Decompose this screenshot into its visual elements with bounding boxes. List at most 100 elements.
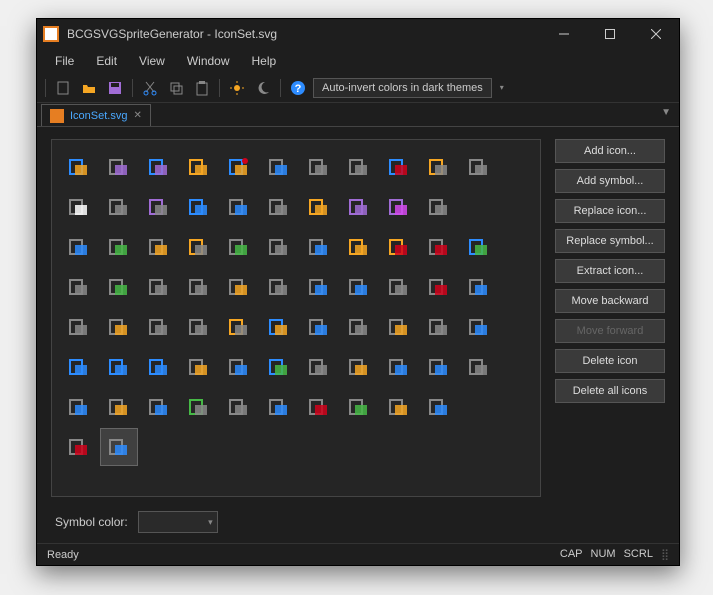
icon-windows2[interactable] bbox=[140, 388, 178, 426]
icon-pages-arrow[interactable] bbox=[420, 388, 458, 426]
icon-page-down[interactable] bbox=[60, 428, 98, 466]
icon-lock[interactable] bbox=[380, 228, 418, 266]
menu-edit[interactable]: Edit bbox=[86, 52, 127, 70]
icon-disk-back[interactable] bbox=[140, 188, 178, 226]
icon-arrow-down[interactable] bbox=[140, 348, 178, 386]
icon-font-a[interactable] bbox=[380, 148, 418, 186]
icon-printer-check[interactable] bbox=[220, 228, 258, 266]
icon-contrast[interactable] bbox=[60, 188, 98, 226]
symbol-color-select[interactable] bbox=[138, 511, 218, 533]
icon-page-wide[interactable] bbox=[180, 268, 218, 306]
icon-page-edit[interactable] bbox=[60, 228, 98, 266]
icon-search-box[interactable] bbox=[460, 308, 498, 346]
icon-page-x[interactable] bbox=[260, 268, 298, 306]
icon-chart-table[interactable] bbox=[100, 148, 138, 186]
icon-folder-up[interactable] bbox=[180, 228, 218, 266]
icon-page-check[interactable] bbox=[100, 268, 138, 306]
icon-portrait[interactable] bbox=[380, 388, 418, 426]
icon-blank1[interactable] bbox=[460, 188, 498, 226]
light-theme-icon[interactable] bbox=[226, 77, 248, 99]
paste-icon[interactable] bbox=[191, 77, 213, 99]
side-btn-add-symbol[interactable]: Add symbol... bbox=[555, 169, 665, 193]
icon-page-text2[interactable] bbox=[100, 308, 138, 346]
side-btn-add-icon[interactable]: Add icon... bbox=[555, 139, 665, 163]
copy-icon[interactable] bbox=[165, 77, 187, 99]
icon-edit-a[interactable] bbox=[420, 268, 458, 306]
icon-picture[interactable] bbox=[260, 308, 298, 346]
icon-page-cert[interactable] bbox=[420, 228, 458, 266]
icon-page-image[interactable] bbox=[220, 188, 258, 226]
icon-folder-open[interactable] bbox=[300, 188, 338, 226]
icon-page-text[interactable] bbox=[60, 308, 98, 346]
icon-arrow-right[interactable] bbox=[60, 348, 98, 386]
icon-table-plus[interactable] bbox=[140, 228, 178, 266]
icon-blank2[interactable] bbox=[460, 388, 498, 426]
close-button[interactable] bbox=[633, 19, 679, 49]
icon-sun-outline[interactable] bbox=[100, 188, 138, 226]
side-btn-extract-icon[interactable]: Extract icon... bbox=[555, 259, 665, 283]
icon-bar-chart[interactable] bbox=[60, 148, 98, 186]
icon-page-search[interactable] bbox=[260, 228, 298, 266]
icon-bars-arrow[interactable] bbox=[140, 148, 178, 186]
icon-cut[interactable] bbox=[300, 268, 338, 306]
icon-disk-edit[interactable] bbox=[380, 188, 418, 226]
icon-square-back[interactable] bbox=[420, 148, 458, 186]
icon-page-lines2[interactable] bbox=[340, 308, 378, 346]
icon-magnifier[interactable] bbox=[460, 348, 498, 386]
icon-grid[interactable] bbox=[260, 388, 298, 426]
side-btn-replace-icon[interactable]: Replace icon... bbox=[555, 199, 665, 223]
icon-ab1[interactable] bbox=[300, 388, 338, 426]
menu-help[interactable]: Help bbox=[242, 52, 287, 70]
menu-window[interactable]: Window bbox=[177, 52, 240, 70]
save-icon[interactable] bbox=[104, 77, 126, 99]
new-icon[interactable] bbox=[52, 77, 74, 99]
icon-page-arrow[interactable] bbox=[100, 388, 138, 426]
tab-iconset[interactable]: IconSet.svg ✕ bbox=[41, 104, 151, 126]
help-icon[interactable]: ? bbox=[287, 77, 309, 99]
menu-file[interactable]: File bbox=[45, 52, 84, 70]
icon-page-lock[interactable] bbox=[180, 348, 218, 386]
icon-table2[interactable] bbox=[220, 388, 258, 426]
maximize-button[interactable] bbox=[587, 19, 633, 49]
icon-user-green[interactable] bbox=[180, 388, 218, 426]
icon-page-star[interactable] bbox=[380, 308, 418, 346]
tabbar-menu-icon[interactable]: ▼ bbox=[661, 107, 671, 118]
icon-disk[interactable] bbox=[340, 188, 378, 226]
icon-copy[interactable] bbox=[380, 268, 418, 306]
side-btn-move-backward[interactable]: Move backward bbox=[555, 289, 665, 313]
tab-close-icon[interactable]: ✕ bbox=[133, 110, 141, 121]
icon-para-left[interactable] bbox=[60, 268, 98, 306]
icon-square-angle[interactable] bbox=[420, 308, 458, 346]
icon-half-page[interactable] bbox=[220, 348, 258, 386]
icon-page-ruler[interactable] bbox=[340, 268, 378, 306]
icon-translate[interactable] bbox=[380, 348, 418, 386]
icon-bar-chart2[interactable] bbox=[180, 308, 218, 346]
icon-pie-chart[interactable] bbox=[220, 148, 258, 186]
dark-theme-icon[interactable] bbox=[252, 77, 274, 99]
icon-back-front[interactable] bbox=[460, 268, 498, 306]
icon-page-lines[interactable] bbox=[340, 228, 378, 266]
icon-page-pencil[interactable] bbox=[340, 348, 378, 386]
cut-icon[interactable] bbox=[139, 77, 161, 99]
side-btn-replace-symbol[interactable]: Replace symbol... bbox=[555, 229, 665, 253]
icon-printer[interactable] bbox=[420, 188, 458, 226]
icon-film[interactable] bbox=[220, 268, 258, 306]
open-icon[interactable] bbox=[78, 77, 100, 99]
dropdown-arrow-icon[interactable]: ▾ bbox=[496, 83, 508, 92]
icon-image-resize[interactable] bbox=[260, 148, 298, 186]
icon-user-page[interactable] bbox=[100, 228, 138, 266]
icon-page[interactable] bbox=[260, 188, 298, 226]
side-btn-delete-all-icons[interactable]: Delete all icons bbox=[555, 379, 665, 403]
icon-rotate[interactable] bbox=[180, 188, 218, 226]
icon-page-info[interactable] bbox=[300, 228, 338, 266]
icon-page-globe[interactable] bbox=[420, 348, 458, 386]
minimize-button[interactable] bbox=[541, 19, 587, 49]
icon-word-check[interactable] bbox=[460, 228, 498, 266]
icon-a-italic[interactable] bbox=[100, 428, 138, 466]
side-btn-delete-icon[interactable]: Delete icon bbox=[555, 349, 665, 373]
icon-squares[interactable] bbox=[460, 148, 498, 186]
icon-two-pages[interactable] bbox=[140, 268, 178, 306]
auto-invert-dropdown[interactable]: Auto-invert colors in dark themes bbox=[313, 78, 492, 98]
icon-clipboard[interactable] bbox=[220, 308, 258, 346]
icon-sun[interactable] bbox=[180, 148, 218, 186]
